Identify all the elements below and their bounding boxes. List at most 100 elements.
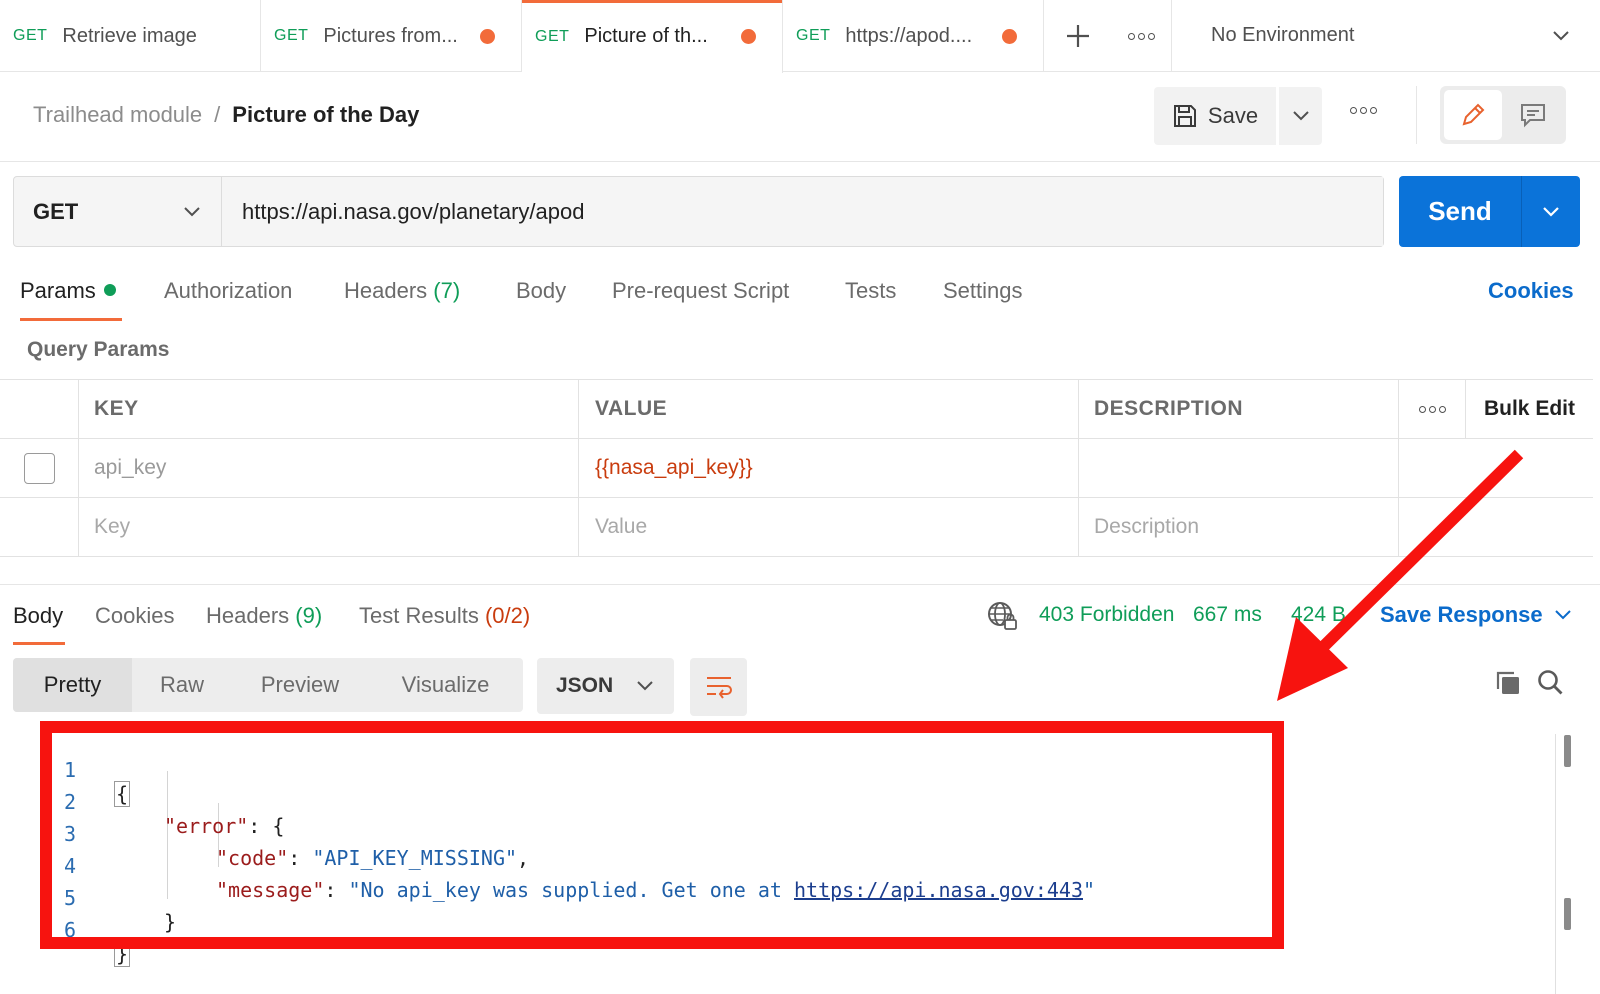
column-options-button[interactable]	[1399, 380, 1466, 438]
chevron-down-icon	[637, 681, 653, 691]
editor-scrollbar-top[interactable]	[1564, 735, 1571, 767]
response-tab-test-results[interactable]: Test Results (0/2)	[359, 603, 530, 629]
format-visualize[interactable]: Visualize	[368, 658, 523, 712]
bulk-edit-button[interactable]: Bulk Edit	[1466, 380, 1593, 438]
column-header-description: DESCRIPTION	[1079, 380, 1399, 438]
param-description[interactable]	[1079, 439, 1399, 497]
save-label: Save	[1207, 103, 1259, 128]
tab-settings[interactable]: Settings	[943, 278, 1023, 304]
wrap-lines-icon	[706, 677, 732, 699]
save-options-button[interactable]	[1279, 87, 1322, 145]
tab-params[interactable]: Params	[20, 278, 116, 304]
code-line: 2 "error": {	[64, 790, 285, 838]
param-value[interactable]: {{nasa_api_key}}	[579, 439, 1079, 497]
breadcrumb-parent[interactable]: Trailhead module	[33, 102, 202, 128]
breadcrumb-separator: /	[214, 102, 221, 127]
comments-button[interactable]	[1504, 90, 1562, 140]
save-response-button[interactable]: Save Response	[1380, 602, 1543, 628]
request-tab-retrieve-image[interactable]: GET Retrieve image	[0, 0, 261, 72]
api-signup-link[interactable]: https://api.nasa.gov:443	[794, 878, 1083, 902]
cookies-link[interactable]: Cookies	[1488, 278, 1574, 304]
tab-method: GET	[796, 27, 831, 44]
new-key-field[interactable]: Key	[79, 498, 579, 556]
tab-more-button[interactable]	[1112, 0, 1172, 72]
table-row: api_key {{nasa_api_key}}	[0, 439, 1593, 498]
response-headers-label: Headers	[206, 603, 290, 628]
breadcrumb: Trailhead module / Picture of the Day	[33, 102, 419, 128]
tab-headers-label: Headers	[344, 278, 428, 303]
tab-params-label: Params	[20, 278, 96, 303]
table-header-row: KEY VALUE DESCRIPTION Bulk Edit	[0, 380, 1593, 439]
environment-select[interactable]: No Environment	[1172, 0, 1600, 71]
query-params-title: Query Params	[27, 338, 170, 361]
edit-mode-button[interactable]	[1444, 90, 1502, 140]
globe-lock-icon[interactable]	[986, 600, 1018, 632]
tab-body[interactable]: Body	[516, 278, 566, 304]
open-brace: {	[114, 781, 131, 807]
new-value-field[interactable]: Value	[579, 498, 1079, 556]
response-status[interactable]: 403 Forbidden	[1039, 603, 1174, 627]
header-checkbox-cell	[0, 380, 79, 438]
editor-scroll-track	[1555, 734, 1556, 994]
language-value: JSON	[556, 674, 614, 697]
json-value-message: "No api_key was supplied. Get one at	[348, 878, 794, 902]
test-results-count: (0/2)	[484, 603, 531, 628]
unsaved-dot-icon	[1002, 29, 1017, 44]
response-headers-count: (9)	[295, 603, 323, 628]
response-tabs: Body Cookies Headers (9) Test Results (0…	[0, 584, 1600, 645]
comment-icon	[1521, 104, 1545, 128]
wrap-lines-button[interactable]	[690, 658, 747, 716]
tab-headers[interactable]: Headers (7)	[344, 278, 460, 304]
url-input[interactable]	[222, 177, 1383, 246]
format-raw[interactable]: Raw	[132, 658, 232, 712]
new-tab-button[interactable]	[1044, 0, 1112, 72]
code-line: 3 "code": "API_KEY_MISSING",	[64, 822, 530, 870]
format-preview[interactable]: Preview	[232, 658, 368, 712]
tab-prerequest-script[interactable]: Pre-request Script	[612, 278, 789, 304]
save-button[interactable]: Save	[1154, 87, 1276, 145]
line-number: 6	[64, 918, 77, 942]
format-pretty[interactable]: Pretty	[13, 658, 132, 712]
request-tabs: Params Authorization Headers (7) Body Pr…	[0, 272, 1600, 322]
column-header-value: VALUE	[579, 380, 1079, 438]
json-value-message-end: "	[1082, 878, 1096, 902]
code-line: 5 }	[40, 862, 176, 934]
request-header: Trailhead module / Picture of the Day Sa…	[0, 72, 1600, 162]
language-select[interactable]: JSON	[537, 658, 674, 714]
code-line: 4 "message": "No api_key was supplied. G…	[64, 854, 1096, 902]
save-icon	[1173, 105, 1196, 127]
response-body-editor[interactable]: 1 { 2 "error": { 3 "code": "API_KEY_MISS…	[40, 721, 1270, 967]
request-tab-picture-of-the-day[interactable]: GET Picture of th...	[522, 0, 783, 73]
tab-title: Picture of th...	[584, 25, 708, 47]
editor-scrollbar-bottom[interactable]	[1564, 898, 1571, 930]
chevron-down-icon[interactable]	[1554, 609, 1572, 621]
response-size[interactable]: 424 B	[1291, 603, 1346, 627]
copy-icon[interactable]	[1494, 669, 1522, 697]
more-icon	[1418, 405, 1446, 413]
query-params-table: KEY VALUE DESCRIPTION Bulk Edit api_key …	[0, 379, 1593, 557]
tab-title: Retrieve image	[62, 24, 197, 47]
send-button[interactable]: Send	[1399, 176, 1522, 247]
request-more-button[interactable]	[1350, 107, 1377, 114]
json-key-message: "message"	[216, 878, 325, 902]
param-key[interactable]: api_key	[79, 439, 579, 497]
chevron-down-icon	[1543, 206, 1559, 217]
param-enabled-checkbox[interactable]	[23, 452, 55, 484]
response-tab-cookies[interactable]: Cookies	[95, 603, 174, 629]
send-options-button[interactable]	[1522, 176, 1580, 247]
search-icon[interactable]	[1536, 668, 1564, 696]
request-name[interactable]: Picture of the Day	[232, 102, 419, 128]
json-key-error: "error"	[164, 814, 249, 838]
unsaved-dot-icon	[741, 29, 756, 44]
response-tab-body[interactable]: Body	[13, 603, 63, 629]
active-dot-icon	[103, 284, 116, 296]
new-description-field[interactable]: Description	[1079, 498, 1399, 556]
response-tab-headers[interactable]: Headers (9)	[206, 603, 322, 629]
tab-tests[interactable]: Tests	[845, 278, 896, 304]
request-tab-pictures-from[interactable]: GET Pictures from...	[261, 0, 522, 72]
inner-close-brace: }	[164, 910, 177, 934]
request-tab-apod-url[interactable]: GET https://apod....	[783, 0, 1044, 72]
tab-authorization[interactable]: Authorization	[164, 278, 292, 304]
response-time[interactable]: 667 ms	[1193, 603, 1262, 627]
method-select[interactable]: GET	[14, 177, 222, 246]
